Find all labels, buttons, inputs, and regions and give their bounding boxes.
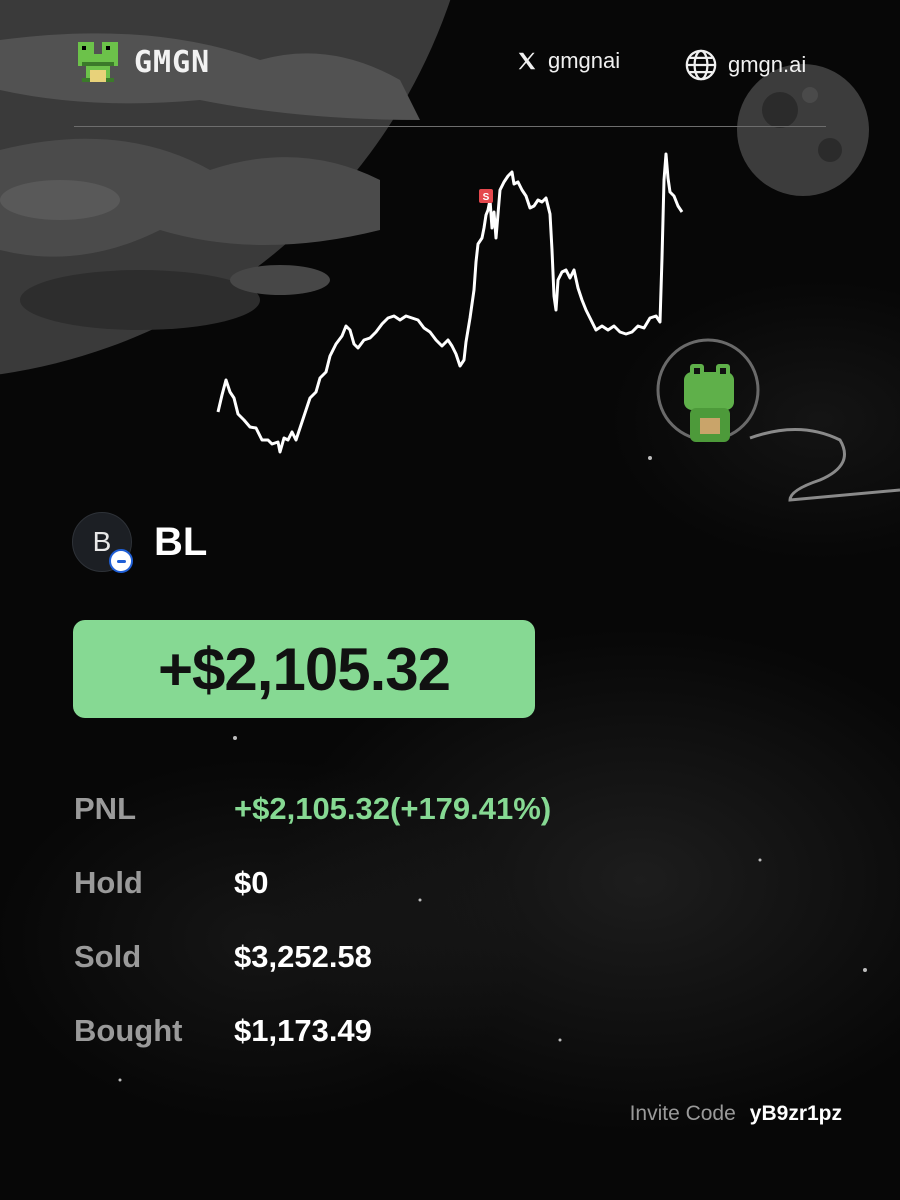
stat-value: $1,173.49	[234, 1013, 372, 1048]
invite-code: Invite Code yB9zr1pz	[630, 1102, 842, 1126]
token-header: B BL	[72, 512, 208, 573]
stat-label: Bought	[74, 1013, 183, 1048]
invite-code-value[interactable]: yB9zr1pz	[750, 1102, 842, 1126]
stats-list: PNL +$2,105.32(+179.41%) Hold $0 Sold $3…	[74, 772, 551, 1068]
stat-value: $0	[234, 865, 269, 900]
pnl-share-card: GMGN gmgnai gmgn.ai S B BL +$2,105.32 PN…	[0, 0, 900, 1200]
stat-row-sold: Sold $3,252.58	[74, 920, 551, 994]
price-line	[216, 152, 684, 454]
pnl-headline-value: +$2,105.32	[158, 635, 451, 703]
stat-label: PNL	[74, 791, 136, 826]
invite-code-label: Invite Code	[629, 1102, 736, 1125]
sell-marker: S	[479, 189, 493, 203]
pnl-headline-badge: +$2,105.32	[73, 620, 535, 718]
stat-label: Sold	[74, 939, 142, 974]
stat-label: Hold	[74, 865, 143, 900]
stat-row-pnl: PNL +$2,105.32(+179.41%)	[74, 772, 551, 846]
stat-value: $3,252.58	[234, 939, 372, 974]
stat-value: +$2,105.32(+179.41%)	[234, 791, 552, 826]
token-avatar: B	[72, 512, 133, 573]
solana-chain-icon	[109, 549, 133, 573]
sell-marker-label: S	[483, 192, 490, 203]
stat-row-hold: Hold $0	[74, 846, 551, 920]
stat-row-bought: Bought $1,173.49	[74, 994, 551, 1068]
token-avatar-letter: B	[92, 526, 112, 557]
token-symbol: BL	[154, 519, 208, 564]
